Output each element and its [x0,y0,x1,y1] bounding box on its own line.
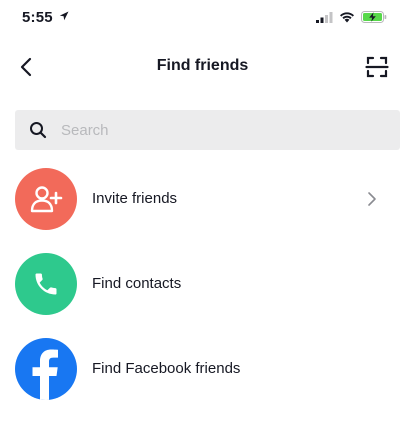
status-time-text: 5:55 [22,9,53,26]
facebook-icon [32,349,58,400]
find-contacts-item[interactable]: Find contacts [0,253,405,338]
status-bar: 5:55 [0,0,405,40]
find-facebook-friends-item[interactable]: Find Facebook friends [0,338,405,423]
location-arrow-icon [60,11,69,21]
page-title: Find friends [156,57,249,74]
wifi-icon [340,12,354,23]
invite-friends-label: Invite friends [92,190,178,207]
find-facebook-friends-icon-circle [15,338,77,400]
status-time: 5:55 [22,9,69,26]
search-input[interactable] [59,120,363,140]
chevron-right-icon [367,191,377,207]
invite-friends-icon-circle [15,168,77,230]
find-friends-list: Invite friends Find contacts Find Facebo… [0,168,405,423]
status-indicators [316,11,387,23]
find-contacts-label: Find contacts [92,275,182,292]
search-icon [29,121,47,139]
scan-icon [365,56,389,78]
phone-icon [35,273,57,295]
invite-friends-item[interactable]: Invite friends [0,168,405,253]
search-bar[interactable] [15,110,400,150]
battery-charging-icon [361,11,387,23]
scan-qr-button[interactable] [363,53,391,81]
find-contacts-icon-circle [15,253,77,315]
add-user-icon [30,186,63,213]
cellular-signal-icon [316,11,333,23]
navigation-bar: Find friends [0,44,405,90]
find-facebook-friends-label: Find Facebook friends [92,360,241,377]
